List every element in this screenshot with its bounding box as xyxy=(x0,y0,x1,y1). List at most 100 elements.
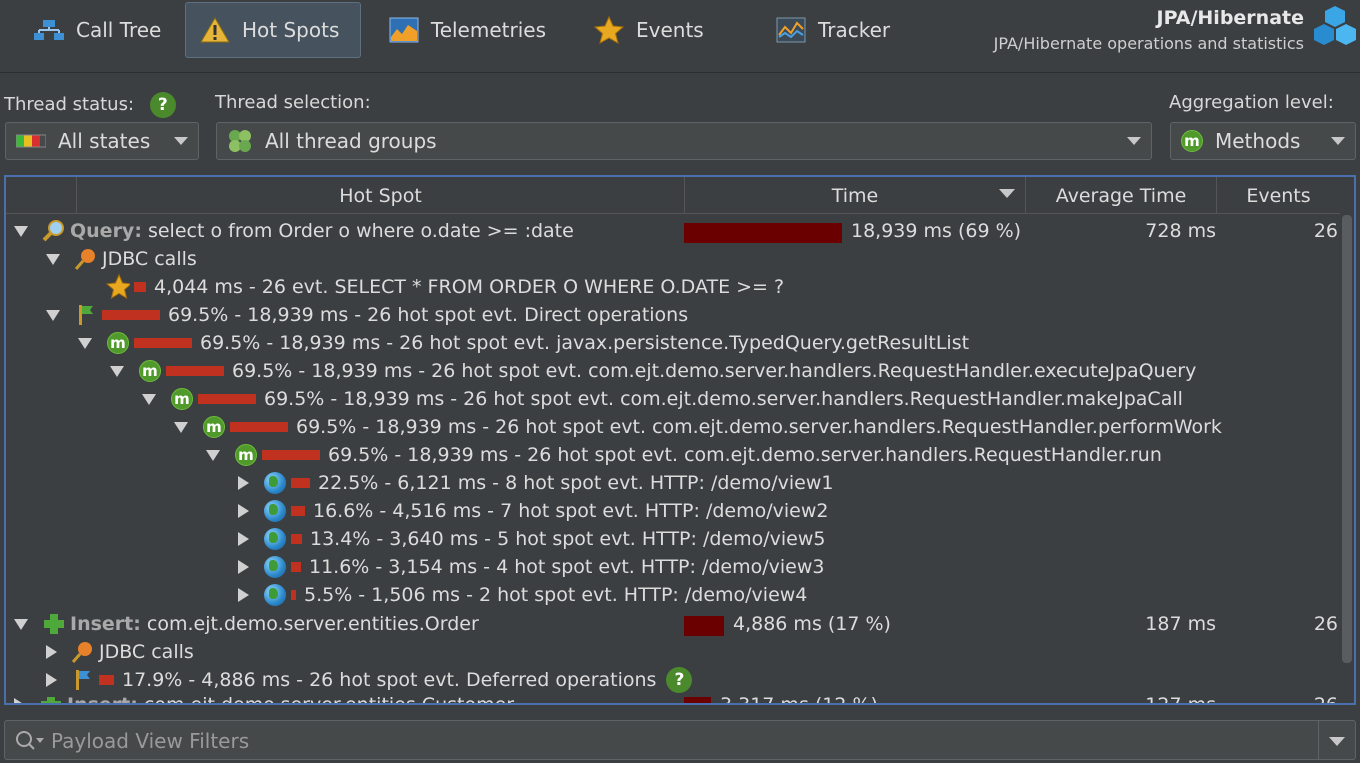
table-row[interactable]: 16.6% - 4,516 ms - 7 hot spot evt. HTTP:… xyxy=(6,497,1340,525)
table-row[interactable]: 22.5% - 6,121 ms - 8 hot spot evt. HTTP:… xyxy=(6,469,1340,497)
table-row[interactable]: 13.4% - 3,640 ms - 5 hot spot evt. HTTP:… xyxy=(6,525,1340,553)
average-time-value: 187 ms xyxy=(1145,613,1216,635)
vertical-scrollbar[interactable] xyxy=(1340,213,1354,703)
row-text: com.ejt.demo.server.entities.Customer xyxy=(144,697,514,703)
column-header-gutter xyxy=(6,177,76,213)
payload-view-filter[interactable]: Payload View Filters xyxy=(4,720,1356,760)
flag-icon xyxy=(71,668,95,692)
time-bar xyxy=(684,223,842,243)
tab-tracker[interactable]: Tracker xyxy=(762,2,902,58)
magnifier-icon xyxy=(42,219,66,243)
view-title: JPA/Hibernate xyxy=(1156,7,1304,29)
warning-icon xyxy=(198,15,232,45)
globe-icon xyxy=(263,499,287,523)
column-header-hot-spot[interactable]: Hot Spot xyxy=(76,177,684,213)
tab-call-tree[interactable]: Call Tree xyxy=(20,2,170,58)
table-row[interactable]: 17.9% - 4,886 ms - 26 hot spot evt. Defe… xyxy=(6,666,1340,694)
table-row-partial[interactable]: Insert: com.ejt.demo.server.entities.Cus… xyxy=(6,697,1340,703)
row-text: 11.6% - 3,154 ms - 4 hot spot evt. HTTP:… xyxy=(309,556,825,578)
thread-selection-value: All thread groups xyxy=(265,129,437,153)
table-row[interactable]: m 69.5% - 18,939 ms - 26 hot spot evt. c… xyxy=(6,357,1340,385)
collapse-toggle[interactable] xyxy=(46,309,60,321)
percent-bar xyxy=(134,338,192,348)
row-text: 69.5% - 18,939 ms - 26 hot spot evt. Dir… xyxy=(168,304,689,326)
row-type-label: Query: xyxy=(70,220,142,242)
percent-bar xyxy=(230,422,288,432)
percent-bar xyxy=(102,310,160,320)
expand-toggle[interactable] xyxy=(238,560,249,574)
row-text: 5.5% - 1,506 ms - 2 hot spot evt. HTTP: … xyxy=(304,584,808,606)
column-header-average-time[interactable]: Average Time xyxy=(1025,177,1216,213)
column-header-time[interactable]: Time xyxy=(684,177,1025,213)
jdbc-pin-icon xyxy=(74,247,98,271)
percent-bar xyxy=(262,450,320,460)
filter-input[interactable]: Payload View Filters xyxy=(51,721,249,761)
view-header: JPA/Hibernate JPA/Hibernate operations a… xyxy=(994,4,1304,56)
time-value: 4,886 ms (17 %) xyxy=(733,613,891,635)
table-row[interactable]: 69.5% - 18,939 ms - 26 hot spot evt. Dir… xyxy=(6,301,1340,329)
table-row[interactable]: JDBC calls xyxy=(6,245,1340,273)
row-text: JDBC calls xyxy=(99,641,194,663)
collapse-toggle[interactable] xyxy=(14,225,28,237)
thread-selection-select[interactable]: All thread groups xyxy=(216,122,1152,160)
thread-status-value: All states xyxy=(58,129,151,153)
row-text: JDBC calls xyxy=(102,248,197,270)
call-tree-icon xyxy=(32,15,66,45)
tab-hot-spots[interactable]: Hot Spots xyxy=(185,2,361,58)
table-row[interactable]: m 69.5% - 18,939 ms - 26 hot spot evt. c… xyxy=(6,441,1340,469)
method-icon: m xyxy=(1181,130,1203,152)
help-icon[interactable]: ? xyxy=(666,667,693,693)
aggregation-level-select[interactable]: m Methods xyxy=(1170,122,1356,160)
expand-toggle[interactable] xyxy=(238,476,249,490)
chevron-down-icon[interactable] xyxy=(1329,737,1345,746)
collapse-toggle[interactable] xyxy=(78,337,92,349)
view-tab-bar: Call Tree Hot Spots Telemetries Events T… xyxy=(0,0,1360,73)
collapse-toggle[interactable] xyxy=(142,393,156,405)
table-row[interactable]: m 69.5% - 18,939 ms - 26 hot spot evt. j… xyxy=(6,329,1340,357)
table-row[interactable]: m 69.5% - 18,939 ms - 26 hot spot evt. c… xyxy=(6,413,1340,441)
method-icon: m xyxy=(234,443,258,467)
percent-bar xyxy=(166,366,224,376)
percent-bar xyxy=(291,534,302,544)
star-icon xyxy=(592,15,626,45)
collapse-toggle[interactable] xyxy=(110,365,124,377)
collapse-toggle[interactable] xyxy=(206,449,220,461)
table-row[interactable]: JDBC calls xyxy=(6,638,1340,666)
table-row[interactable]: Insert: com.ejt.demo.server.entities.Cus… xyxy=(6,697,1340,703)
tab-events[interactable]: Events xyxy=(580,2,710,58)
divider xyxy=(1318,721,1319,759)
table-row[interactable]: Query: select o from Order o where o.dat… xyxy=(6,217,1340,245)
star-icon xyxy=(106,274,130,300)
collapse-toggle[interactable] xyxy=(46,253,60,265)
method-icon: m xyxy=(202,415,226,439)
column-header-events[interactable]: Events xyxy=(1216,177,1340,213)
thread-status-select[interactable]: All states xyxy=(5,122,199,160)
row-text: 22.5% - 6,121 ms - 8 hot spot evt. HTTP:… xyxy=(318,472,834,494)
tracker-icon xyxy=(774,15,808,45)
collapse-toggle[interactable] xyxy=(174,421,188,433)
percent-bar xyxy=(198,394,256,404)
table-row[interactable]: 4,044 ms - 26 evt. SELECT * FROM ORDER O… xyxy=(6,273,1340,301)
collapse-toggle[interactable] xyxy=(14,618,28,630)
expand-toggle[interactable] xyxy=(238,588,249,602)
table-row[interactable]: m 69.5% - 18,939 ms - 26 hot spot evt. c… xyxy=(6,385,1340,413)
tab-telemetries[interactable]: Telemetries xyxy=(376,2,546,58)
expand-toggle[interactable] xyxy=(238,532,249,546)
expand-toggle[interactable] xyxy=(238,504,249,518)
expand-toggle[interactable] xyxy=(14,698,25,703)
tab-label: Telemetries xyxy=(430,18,546,42)
help-icon[interactable]: ? xyxy=(149,92,176,118)
thread-status-label: Thread status: ? xyxy=(4,92,176,118)
table-row[interactable]: 5.5% - 1,506 ms - 2 hot spot evt. HTTP: … xyxy=(6,581,1340,609)
scrollbar-thumb[interactable] xyxy=(1342,215,1352,663)
jdbc-pin-icon xyxy=(71,640,95,664)
chevron-down-icon xyxy=(1331,137,1345,145)
expand-toggle[interactable] xyxy=(46,645,57,659)
row-text: 69.5% - 18,939 ms - 26 hot spot evt. jav… xyxy=(200,332,970,354)
expand-toggle[interactable] xyxy=(46,673,57,687)
table-row[interactable]: Insert: com.ejt.demo.server.entities.Ord… xyxy=(6,610,1340,638)
hot-spots-table[interactable]: Hot Spot Time Average Time Events Query:… xyxy=(4,175,1356,705)
row-type-label: Insert: xyxy=(67,697,138,703)
table-row[interactable]: 11.6% - 3,154 ms - 4 hot spot evt. HTTP:… xyxy=(6,553,1340,581)
thread-groups-icon xyxy=(227,128,253,154)
